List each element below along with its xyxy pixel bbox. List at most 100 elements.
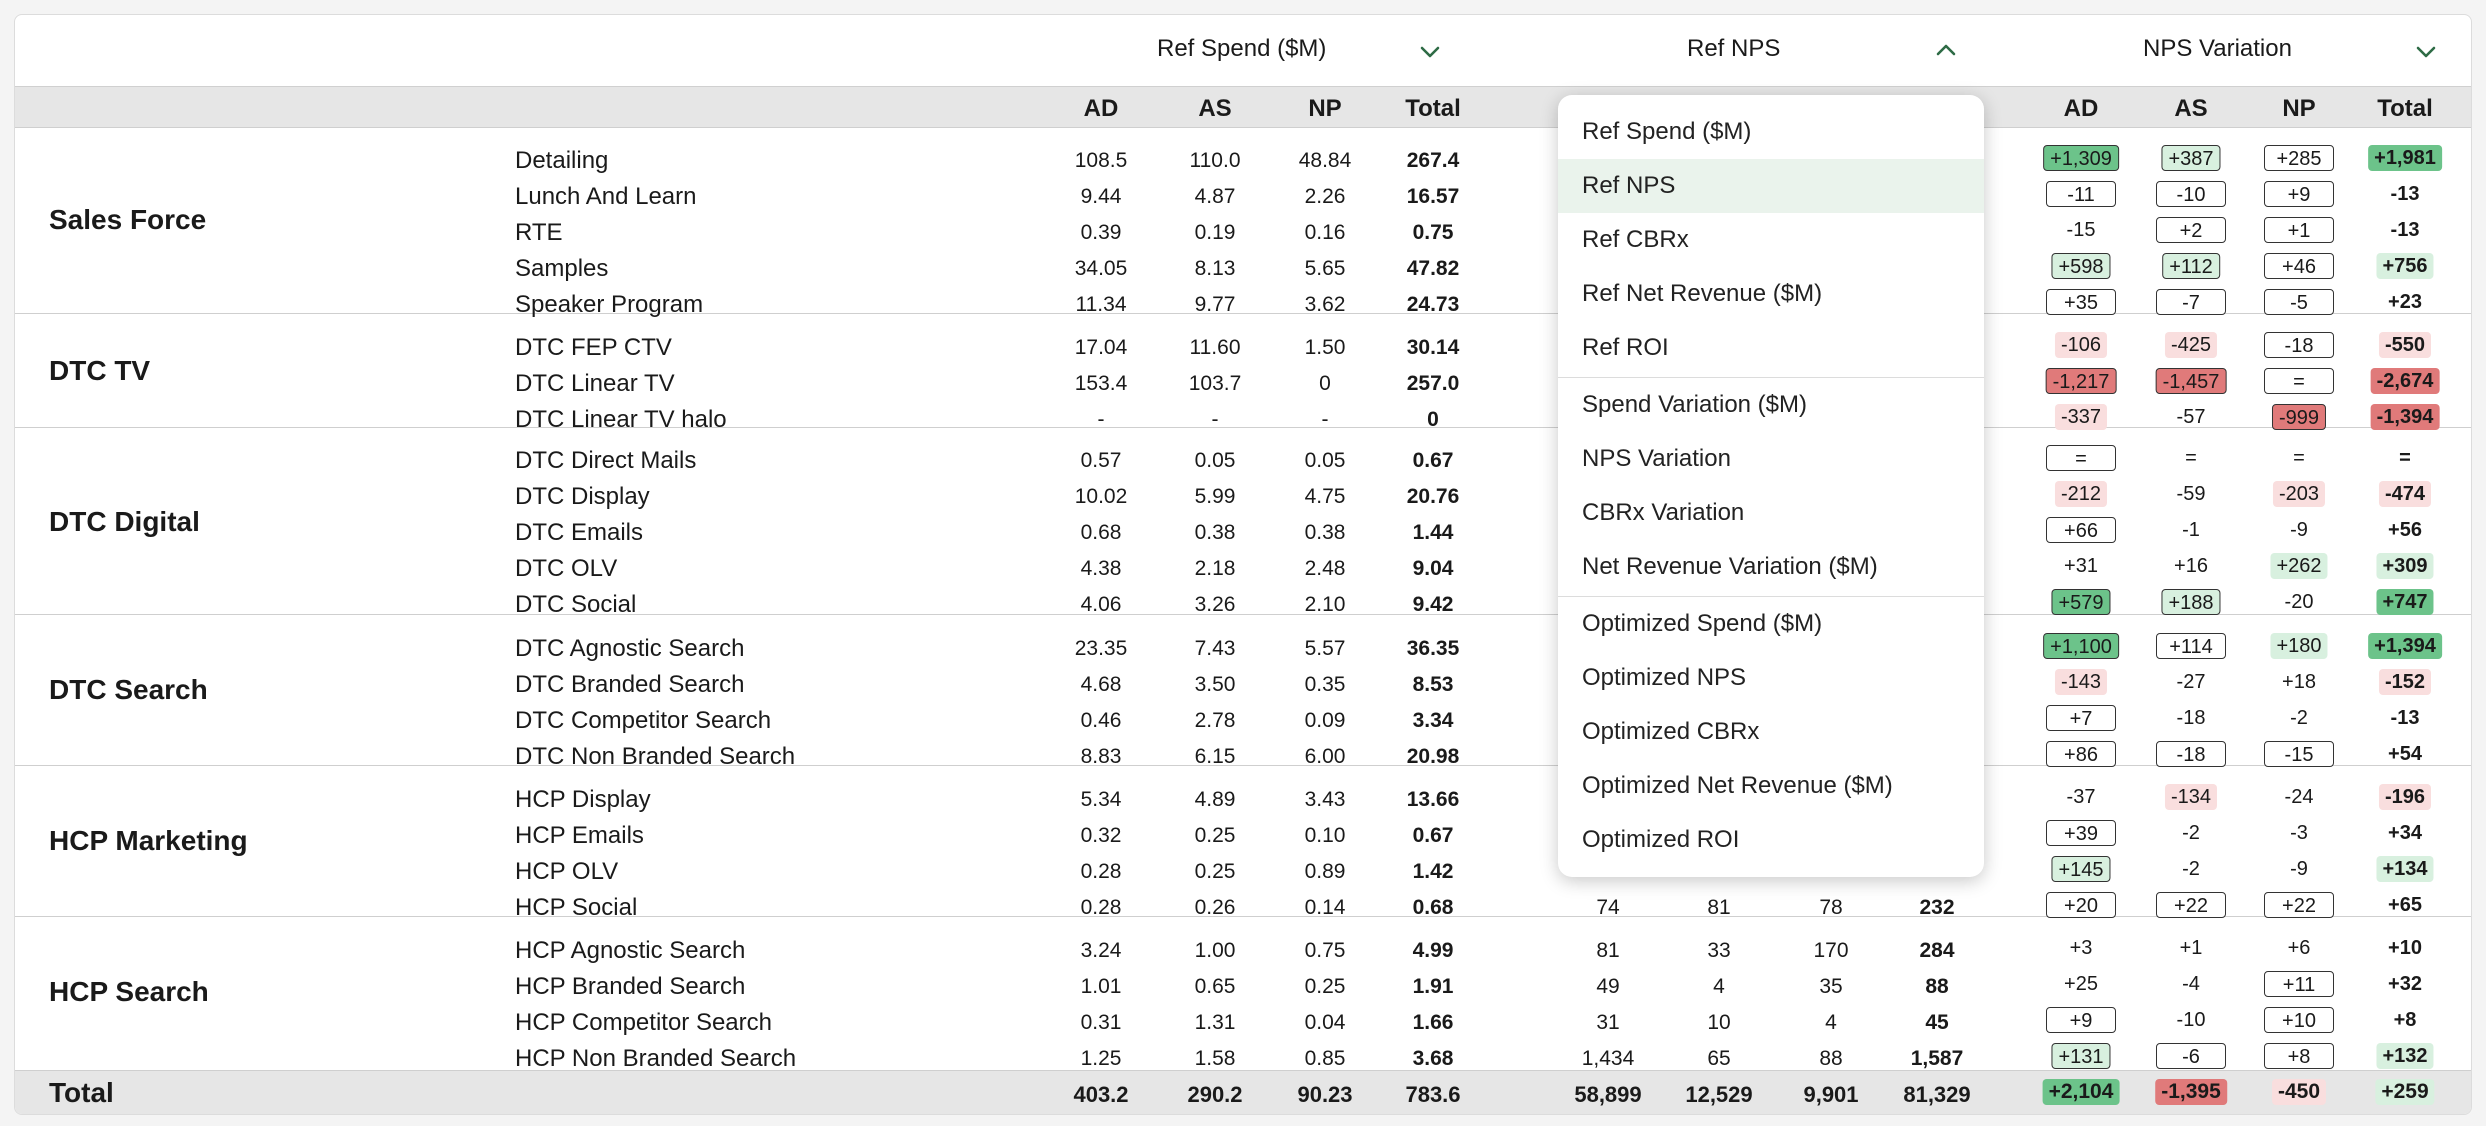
- menu-item-ref-cbrx[interactable]: Ref CBRx: [1558, 213, 1984, 267]
- variation-cell: +1,981: [2368, 145, 2442, 171]
- table-row: HCP Branded Search 1.01 0.65 0.25 1.91 49 4 35 8…: [15, 969, 2471, 1005]
- menu-item-optimized-net-revenue[interactable]: Optimized Net Revenue ($M): [1558, 759, 1984, 813]
- variation-cell: +66: [2046, 517, 2116, 543]
- channel-name: HCP Emails: [515, 822, 644, 849]
- variation-cell: =: [2185, 447, 2197, 469]
- col-header-total: Total: [2377, 95, 2433, 122]
- nps-cell: 1,434: [1581, 1047, 1635, 1070]
- variation-cell: -18: [2176, 707, 2206, 729]
- total-spend-ad: 403.2: [1073, 1082, 1129, 1107]
- menu-item-ref-roi[interactable]: Ref ROI: [1558, 321, 1984, 375]
- variation-cell: +1: [2264, 217, 2334, 243]
- spend-cell: 0.38: [1304, 521, 1346, 544]
- variation-cell: -13: [2390, 707, 2420, 729]
- channel-name: Detailing: [515, 147, 609, 174]
- total-row: Total 403.2 290.2 90.23 783.6 58,899 12,…: [15, 1070, 2471, 1114]
- spend-cell: 5.99: [1194, 485, 1236, 508]
- table-row: DTC OLV 4.38 2.18 2.48 9.04 +31 +16 +262 +309: [15, 551, 2471, 587]
- spend-cell: 8.53: [1412, 673, 1454, 696]
- menu-item-ref-nps[interactable]: Ref NPS: [1558, 159, 1984, 213]
- menu-item-cbrx-variation[interactable]: CBRx Variation: [1558, 486, 1984, 540]
- channel-name: DTC Agnostic Search: [515, 635, 745, 662]
- variation-cell: -10: [2156, 181, 2226, 207]
- spend-cell: 4.87: [1194, 185, 1236, 208]
- table-row: Speaker Program 11.34 9.77 3.62 24.73 +35 -7 -5…: [15, 287, 2471, 323]
- group-header-ref-spend[interactable]: Ref Spend ($M) Ref NPS NPS Variation: [15, 15, 2471, 85]
- variation-cell: +747: [2376, 589, 2434, 615]
- spend-cell: 48.84: [1298, 149, 1352, 172]
- spend-cell: 1.31: [1194, 1011, 1236, 1034]
- variation-cell: +262: [2270, 553, 2328, 579]
- variation-cell: -212: [2054, 481, 2108, 507]
- spend-cell: 0.25: [1304, 975, 1346, 998]
- spend-cell: 4.99: [1412, 939, 1454, 962]
- menu-item-optimized-nps[interactable]: Optimized NPS: [1558, 651, 1984, 705]
- menu-item-optimized-roi[interactable]: Optimized ROI: [1558, 813, 1984, 867]
- spend-cell: 1.00: [1194, 939, 1236, 962]
- spend-cell: 0: [1319, 372, 1331, 395]
- metric-dropdown-menu: Ref Spend ($M) Ref NPS Ref CBRx Ref Net …: [1558, 95, 1984, 877]
- spend-cell: 108.5: [1074, 149, 1128, 172]
- total-label: Total: [49, 1077, 114, 1108]
- spend-cell: 1.50: [1304, 336, 1346, 359]
- variation-cell: +56: [2388, 519, 2422, 541]
- variation-cell: +1,100: [2043, 633, 2119, 659]
- spend-cell: 0: [1427, 408, 1439, 431]
- chevron-down-icon[interactable]: [1417, 39, 1443, 65]
- menu-item-optimized-cbrx[interactable]: Optimized CBRx: [1558, 705, 1984, 759]
- variation-cell: +2: [2156, 217, 2226, 243]
- spend-cell: 0.25: [1194, 860, 1236, 883]
- variation-cell: +6: [2287, 937, 2311, 959]
- variation-cell: -9: [2290, 519, 2308, 541]
- variation-cell: -1: [2182, 519, 2200, 541]
- spend-cell: 0.05: [1194, 449, 1236, 472]
- variation-cell: -4: [2182, 973, 2200, 995]
- variation-cell: +1: [2179, 937, 2203, 959]
- chevron-down-icon[interactable]: [2413, 39, 2439, 65]
- variation-cell: -2,674: [2370, 368, 2440, 394]
- section-sales-force: [15, 127, 2471, 128]
- table-row: DTC Linear TV halo - - - 0 -337 -57 -999 -1,394: [15, 402, 2471, 438]
- table-row: Samples 34.05 8.13 5.65 47.82 +598 +112 +46 +756: [15, 251, 2471, 287]
- spend-cell: 3.43: [1304, 788, 1346, 811]
- spend-cell: 34.05: [1074, 257, 1128, 280]
- table-row: HCP Social 0.28 0.26 0.14 0.68 74 81 78 232 +20 +2…: [15, 890, 2471, 926]
- nps-cell: 10: [1707, 1011, 1731, 1034]
- spend-cell: 0.14: [1304, 896, 1346, 919]
- variation-cell: +1,394: [2368, 633, 2442, 659]
- variation-cell: +114: [2156, 633, 2226, 659]
- chevron-up-icon[interactable]: [1933, 37, 1959, 63]
- variation-cell: -11: [2046, 181, 2116, 207]
- variation-cell: -57: [2176, 406, 2206, 428]
- variation-cell: -3: [2290, 822, 2308, 844]
- spend-cell: 0.89: [1304, 860, 1346, 883]
- spend-cell: 3.24: [1080, 939, 1122, 962]
- variation-cell: +31: [2064, 555, 2098, 577]
- menu-item-optimized-spend[interactable]: Optimized Spend ($M): [1558, 597, 1984, 651]
- table-row: DTC Direct Mails 0.57 0.05 0.05 0.67 = = = =: [15, 443, 2471, 479]
- spend-cell: 17.04: [1074, 336, 1128, 359]
- menu-item-ref-net-revenue[interactable]: Ref Net Revenue ($M): [1558, 267, 1984, 321]
- nps-cell: 33: [1707, 939, 1731, 962]
- spend-cell: 0.39: [1080, 221, 1122, 244]
- spend-cell: 0.05: [1304, 449, 1346, 472]
- spend-cell: 0.28: [1080, 896, 1122, 919]
- spend-cell: 2.26: [1304, 185, 1346, 208]
- table-row: HCP Competitor Search 0.31 1.31 0.04 1.66 31 1…: [15, 1005, 2471, 1041]
- variation-cell: +20: [2046, 892, 2116, 918]
- variation-cell: -106: [2054, 332, 2108, 358]
- menu-item-net-revenue-variation[interactable]: Net Revenue Variation ($M): [1558, 540, 1984, 594]
- nps-cell: 81: [1596, 939, 1620, 962]
- menu-item-nps-variation[interactable]: NPS Variation: [1558, 432, 1984, 486]
- nps-cell: 35: [1819, 975, 1843, 998]
- variation-cell: +1,309: [2043, 145, 2119, 171]
- menu-item-spend-variation[interactable]: Spend Variation ($M): [1558, 378, 1984, 432]
- menu-item-ref-spend[interactable]: Ref Spend ($M): [1558, 105, 1984, 159]
- spend-cell: 0.16: [1304, 221, 1346, 244]
- variation-cell: -6: [2156, 1043, 2226, 1069]
- variation-cell: +46: [2264, 253, 2334, 279]
- spend-cell: 1.42: [1412, 860, 1454, 883]
- spend-cell: 7.43: [1194, 637, 1236, 660]
- spend-cell: 24.73: [1406, 293, 1460, 316]
- variation-cell: -425: [2164, 332, 2218, 358]
